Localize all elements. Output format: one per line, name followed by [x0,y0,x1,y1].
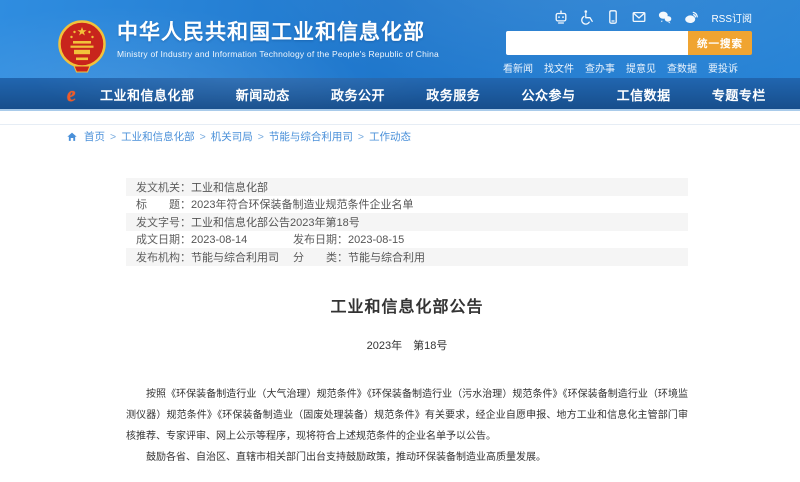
doc-info-label: 标 题： [136,199,191,211]
weibo-icon[interactable] [683,9,699,25]
doc-info-label: 发文字号： [136,217,191,229]
site-brand: 中华人民共和国工业和信息化部 Ministry of Industry and … [56,19,439,75]
nav-item[interactable]: 专题专栏 [712,85,766,104]
site-header: 中华人民共和国工业和信息化部 Ministry of Industry and … [0,0,800,78]
search-bar: 统一搜索 [506,31,752,55]
divider [0,124,800,125]
miit-logo-icon: e [58,81,83,108]
breadcrumb-separator: > [258,131,264,143]
mobile-icon[interactable] [605,9,621,25]
quick-link[interactable]: 找文件 [544,60,574,75]
doc-info-table: 发文机关：工业和信息化部标 题：2023年符合环保装备制造业规范条件企业名单发文… [126,178,688,266]
site-brand-text: 中华人民共和国工业和信息化部 Ministry of Industry and … [117,19,439,59]
quick-link[interactable]: 提意见 [626,60,656,75]
doc-info-row: 发文机关：工业和信息化部 [126,178,688,196]
search-button[interactable]: 统一搜索 [688,31,752,55]
breadcrumb-item[interactable]: 节能与综合利用司 [269,129,353,144]
article-body: 按照《环保装备制造行业（大气治理）规范条件》《环保装备制造行业（污水治理）规范条… [126,384,688,468]
doc-info-value: 节能与综合利用 [348,252,425,264]
home-icon[interactable] [66,131,78,143]
article-title: 工业和信息化部公告 [126,293,688,317]
doc-info-value: 2023-08-14 [191,234,247,246]
doc-info-value: 2023-08-15 [348,234,404,246]
article-issue-number: 2023年 第18号 [126,337,688,353]
doc-info-cell: 标 题：2023年符合环保装备制造业规范条件企业名单 [126,196,413,212]
rss-link[interactable]: RSS订阅 [711,10,752,25]
wechat-icon[interactable] [657,9,673,25]
article-paragraph: 鼓励各省、自治区、直辖市相关部门出台支持鼓励政策，推动环保装备制造业高质量发展。 [126,447,688,468]
breadcrumb-item[interactable]: 机关司局 [211,129,253,144]
nav-item[interactable]: 政务服务 [426,85,480,104]
site-subtitle: Ministry of Industry and Information Tec… [117,49,439,59]
doc-info-row: 成文日期：2023-08-14发布日期：2023-08-15 [126,231,688,249]
mail-icon[interactable] [631,9,647,25]
doc-info-label: 分 类： [293,252,348,264]
article-paragraph: 按照《环保装备制造行业（大气治理）规范条件》《环保装备制造行业（污水治理）规范条… [126,384,688,447]
doc-info-cell: 分 类：节能与综合利用 [283,249,440,265]
breadcrumb-item[interactable]: 工业和信息化部 [121,129,195,144]
breadcrumb: 首页 > 工业和信息化部 > 机关司局 > 节能与综合利用司 > 工作动态 [66,129,411,144]
quick-link[interactable]: 看新闻 [503,60,533,75]
search-input[interactable] [506,31,688,55]
quick-link[interactable]: 查数据 [667,60,697,75]
page: 中华人民共和国工业和信息化部 Ministry of Industry and … [0,0,800,482]
doc-info-label: 成文日期： [136,234,191,246]
doc-info-label: 发文机关： [136,182,191,194]
nav-item[interactable]: 政务公开 [331,85,385,104]
quick-link[interactable]: 要投诉 [708,60,738,75]
site-title: 中华人民共和国工业和信息化部 [117,19,439,46]
breadcrumb-separator: > [358,131,364,143]
doc-info-row: 发文字号：工业和信息化部公告2023年第18号 [126,213,688,231]
breadcrumb-item[interactable]: 首页 [84,129,105,144]
doc-info-value: 工业和信息化部公告2023年第18号 [191,217,360,229]
doc-info-cell: 发文机关：工业和信息化部 [126,179,268,195]
doc-info-value: 工业和信息化部 [191,182,268,194]
breadcrumb-separator: > [110,131,116,143]
doc-info-cell: 成文日期：2023-08-14 [126,231,283,247]
breadcrumb-item: 工作动态 [369,129,411,144]
header-icon-row: RSS订阅 [553,9,752,25]
nav-item[interactable]: 工信数据 [617,85,671,104]
breadcrumb-separator: > [200,131,206,143]
nav-item[interactable]: 工业和信息化部 [100,85,195,104]
accessibility-icon[interactable] [579,9,595,25]
robot-icon[interactable] [553,9,569,25]
doc-info-cell: 发布日期：2023-08-15 [283,231,440,247]
nav-item[interactable]: 新闻动态 [236,85,290,104]
quick-links: 看新闻找文件查办事提意见查数据要投诉 [503,60,738,75]
nav-items: 工业和信息化部 新闻动态 政务公开 政务服务 公众参与 工信数据 专题专栏 [100,78,766,111]
doc-info-value: 2023年符合环保装备制造业规范条件企业名单 [191,199,413,211]
doc-info-row: 发布机构：节能与综合利用司分 类：节能与综合利用 [126,248,688,266]
doc-info-label: 发布日期： [293,234,348,246]
doc-info-cell: 发文字号：工业和信息化部公告2023年第18号 [126,214,360,230]
doc-info-row: 标 题：2023年符合环保装备制造业规范条件企业名单 [126,196,688,214]
doc-info-cell: 发布机构：节能与综合利用司 [126,249,283,265]
quick-link[interactable]: 查办事 [585,60,615,75]
main-nav: e 工业和信息化部 新闻动态 政务公开 政务服务 公众参与 工信数据 专题专栏 [0,78,800,111]
national-emblem-logo [56,19,108,75]
nav-item[interactable]: 公众参与 [521,85,575,104]
doc-info-label: 发布机构： [136,252,191,264]
doc-info-value: 节能与综合利用司 [191,252,279,264]
